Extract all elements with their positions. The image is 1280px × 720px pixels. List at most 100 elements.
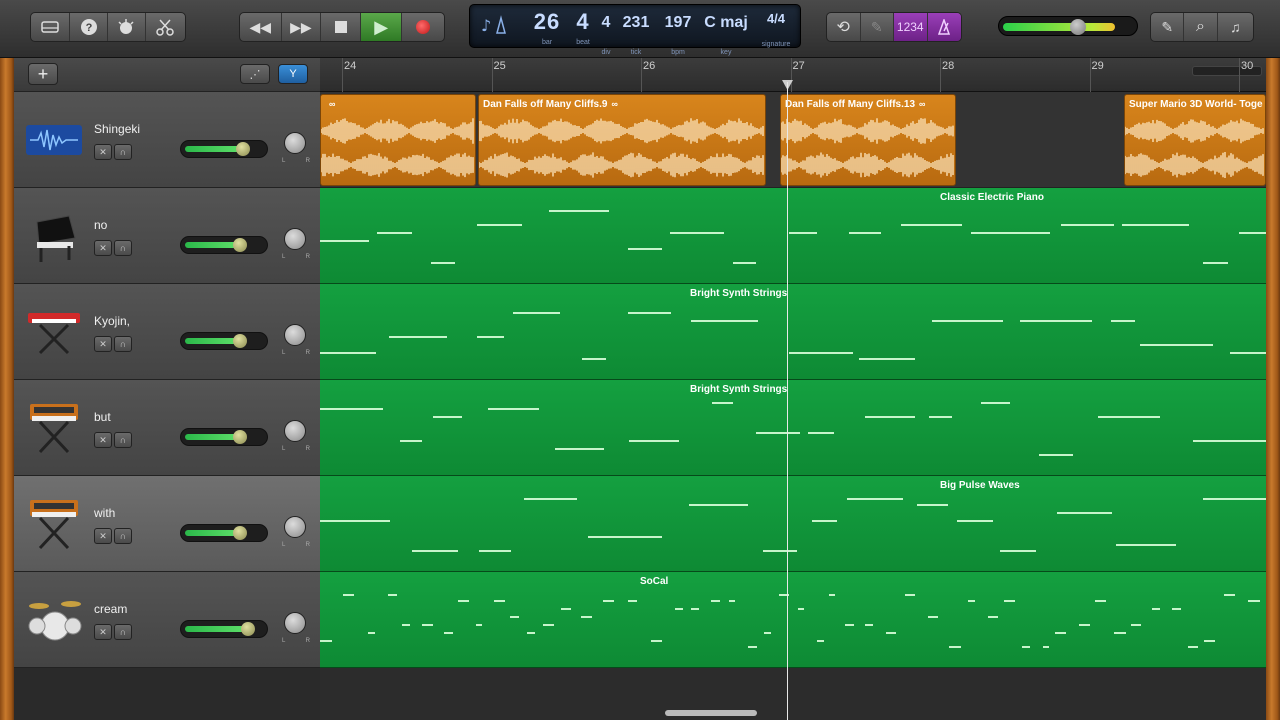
pan-knob[interactable] — [284, 324, 306, 346]
track-volume-slider[interactable] — [180, 236, 268, 254]
solo-button[interactable]: ∩ — [114, 528, 132, 544]
pan-knob[interactable] — [284, 132, 306, 154]
fast-forward-button[interactable]: ▶▶ — [282, 13, 322, 41]
timeline-ruler[interactable]: 24 25 26 27 28 29 30 — [320, 58, 1266, 92]
master-volume-slider[interactable] — [998, 16, 1138, 36]
lcd-tick-value: 231 — [622, 14, 650, 31]
track-volume-slider[interactable] — [180, 140, 268, 158]
pan-knob[interactable] — [284, 612, 306, 634]
midi-note — [1122, 224, 1189, 226]
midi-note — [561, 608, 571, 610]
lcd-display[interactable]: ♪ 26 bar 4 beat 4 div 231 tick 197 bpm C… — [469, 4, 801, 56]
mute-button[interactable]: ✕ — [94, 624, 112, 640]
stop-icon — [334, 21, 347, 33]
pan-knob[interactable] — [284, 516, 306, 538]
catch-playhead-button[interactable]: Y — [278, 64, 308, 84]
track-name: cream — [94, 602, 128, 616]
metronome-button[interactable] — [927, 13, 961, 41]
media-browser-button[interactable]: ♫ — [1218, 13, 1253, 41]
track-header-4[interactable]: but ✕ ∩ L R — [14, 380, 320, 476]
track-lane-6[interactable]: SoCal — [320, 572, 1266, 668]
mute-button[interactable]: ✕ — [94, 144, 112, 160]
mute-button[interactable]: ✕ — [94, 336, 112, 352]
solo-button[interactable]: ∩ — [114, 432, 132, 448]
pan-knob[interactable] — [284, 228, 306, 250]
midi-note — [917, 504, 948, 506]
note-pad-button[interactable]: ✎ — [1151, 13, 1185, 41]
master-volume-knob[interactable] — [1070, 19, 1087, 35]
audio-region[interactable]: ∞ — [320, 94, 476, 186]
help-button[interactable]: ? — [70, 13, 108, 41]
add-track-button[interactable]: + — [28, 63, 58, 85]
mute-button[interactable]: ✕ — [94, 528, 112, 544]
track-volume-slider[interactable] — [180, 620, 268, 638]
library-button[interactable] — [31, 13, 71, 41]
solo-button[interactable]: ∩ — [114, 336, 132, 352]
midi-region[interactable]: Big Pulse Waves — [320, 476, 1266, 572]
ruler-bar-label: 25 — [493, 60, 506, 72]
tuner-button[interactable]: ✎ — [861, 13, 894, 41]
track-header-5[interactable]: with ✕ ∩ L R — [14, 476, 320, 572]
lcd-bar: 26 bar — [522, 9, 572, 49]
play-button[interactable]: ▶ — [360, 13, 403, 41]
track-lane-2[interactable]: Classic Electric Piano — [320, 188, 1266, 284]
midi-note — [1230, 352, 1266, 354]
track-volume-knob[interactable] — [236, 142, 250, 156]
midi-region[interactable]: Bright Synth Strings — [320, 380, 1266, 476]
track-volume-knob[interactable] — [240, 622, 255, 636]
horizontal-scrollbar[interactable] — [665, 710, 757, 716]
track-header-2[interactable]: no ✕ ∩ L R — [14, 188, 320, 284]
solo-button[interactable]: ∩ — [114, 624, 132, 640]
mute-icon: ✕ — [99, 530, 107, 541]
solo-button[interactable]: ∩ — [114, 240, 132, 256]
lcd-signature: 4/4 signature — [754, 11, 798, 51]
ruler-bar-line — [1089, 58, 1091, 92]
midi-note — [555, 448, 605, 450]
stop-button[interactable] — [321, 13, 361, 41]
record-button[interactable] — [402, 13, 444, 41]
track-volume-knob[interactable] — [232, 334, 247, 348]
audio-region[interactable]: Dan Falls off Many Cliffs.9 ∞ — [478, 94, 766, 186]
waveform-top — [1125, 118, 1264, 144]
midi-note — [728, 600, 736, 602]
midi-note — [864, 416, 916, 418]
track-volume-slider[interactable] — [180, 332, 268, 350]
wood-frame-right — [1266, 58, 1280, 720]
midi-note — [542, 624, 555, 626]
lcd-key-label: key — [720, 49, 732, 56]
audio-region[interactable]: Super Mario 3D World- Toge — [1124, 94, 1266, 186]
loop-browser-button[interactable]: ⌕ — [1184, 13, 1218, 41]
count-in-button[interactable]: 1234 — [894, 13, 928, 41]
media-browser-icon: ♫ — [1230, 19, 1241, 35]
track-lane-4[interactable]: Bright Synth Strings — [320, 380, 1266, 476]
automation-button[interactable]: ⋰ — [240, 64, 270, 84]
audio-region[interactable]: Dan Falls off Many Cliffs.13 ∞ — [780, 94, 956, 186]
track-lane-3[interactable]: Bright Synth Strings — [320, 284, 1266, 380]
mute-button[interactable]: ✕ — [94, 240, 112, 256]
mute-button[interactable]: ✕ — [94, 432, 112, 448]
right-tool-group: ✎ ⌕ ♫ — [1150, 12, 1254, 42]
smart-controls-button[interactable] — [108, 13, 146, 41]
track-lane-1[interactable]: ∞ Dan Falls off Many Cliffs.9 ∞ Dan Falls… — [320, 92, 1266, 188]
track-volume-knob[interactable] — [232, 238, 247, 252]
track-volume-knob[interactable] — [232, 526, 247, 540]
track-lane-5[interactable]: Big Pulse Waves — [320, 476, 1266, 572]
track-volume-slider[interactable] — [180, 524, 268, 542]
track-header-1[interactable]: Shingeki ✕ ∩ L R — [14, 92, 320, 188]
track-header-3[interactable]: Kyojin, ✕ ∩ L R — [14, 284, 320, 380]
solo-button[interactable]: ∩ — [114, 144, 132, 160]
midi-note — [980, 402, 1011, 404]
midi-region[interactable]: Classic Electric Piano — [320, 188, 1266, 284]
midi-region[interactable]: SoCal — [320, 572, 1266, 668]
tracks-area[interactable]: ∞ Dan Falls off Many Cliffs.9 ∞ Dan Falls… — [320, 92, 1266, 720]
midi-region[interactable]: Bright Synth Strings — [320, 284, 1266, 380]
track-volume-slider[interactable] — [180, 428, 268, 446]
track-volume-knob[interactable] — [232, 430, 247, 444]
pan-knob[interactable] — [284, 420, 306, 442]
cycle-button[interactable]: ⟲ — [827, 13, 861, 41]
rewind-button[interactable]: ◀◀ — [240, 13, 282, 41]
editors-button[interactable] — [146, 13, 185, 41]
track-header-6[interactable]: cream ✕ ∩ L R — [14, 572, 320, 668]
knob-icon — [118, 19, 134, 34]
midi-note — [475, 624, 482, 626]
